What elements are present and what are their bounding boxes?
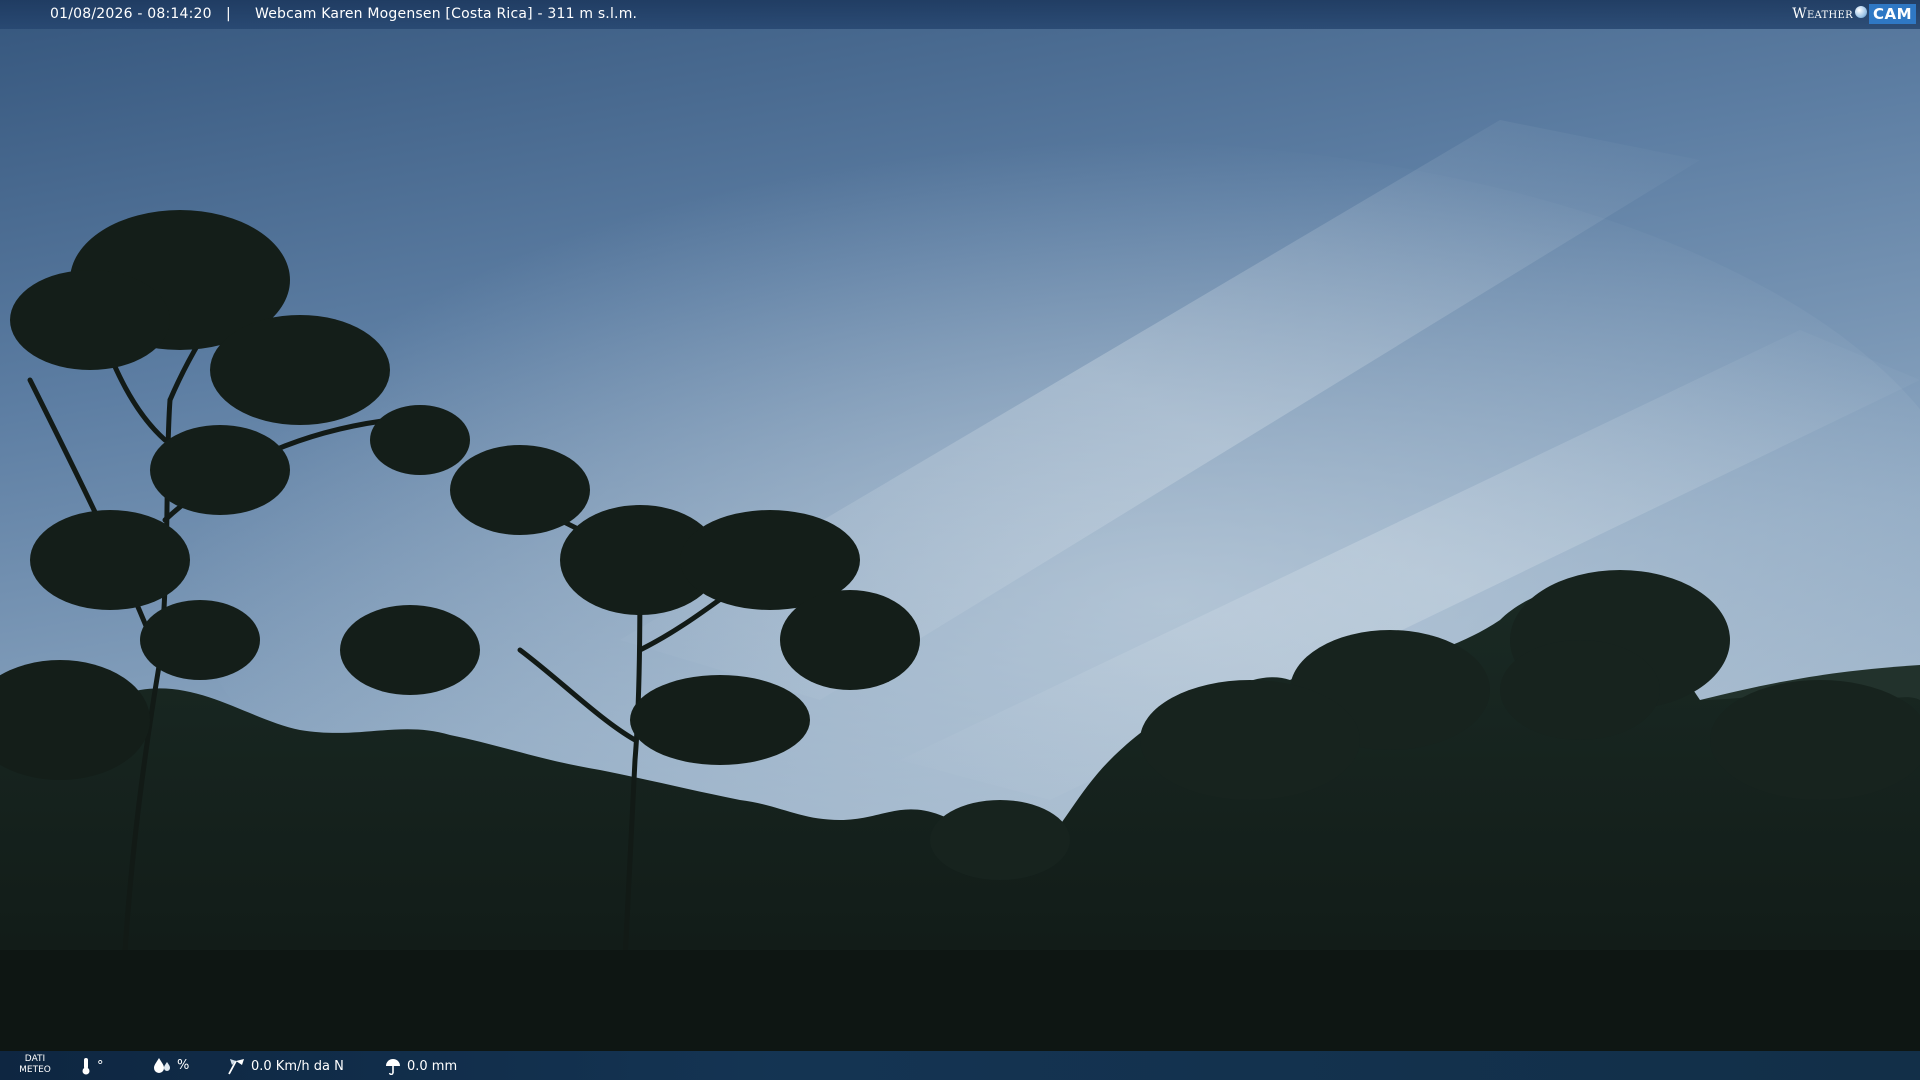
logo-cam-text: CAM <box>1868 4 1916 24</box>
rain-reading: 0.0 mm <box>384 1057 457 1075</box>
rain-value: 0.0 mm <box>407 1058 458 1074</box>
weathercam-logo[interactable]: Weather CAM <box>1792 3 1916 25</box>
wind-icon <box>228 1059 244 1075</box>
wind-value: 0.0 Km/h da N <box>251 1058 344 1074</box>
humidity-unit: % <box>177 1057 190 1073</box>
weather-data-label: DATI METEO <box>18 1054 52 1076</box>
webcam-frame: 01/08/2026 - 08:14:20 | Webcam Karen Mog… <box>0 0 1920 1080</box>
temperature-unit: ° <box>97 1058 104 1074</box>
weather-label-line1: DATI <box>24 1054 46 1064</box>
humidity-icon <box>154 1058 170 1073</box>
globe-icon <box>1854 6 1867 18</box>
rain-icon <box>386 1059 400 1075</box>
humidity-reading: % <box>152 1057 189 1073</box>
timestamp: 01/08/2026 - 08:14:20 <box>50 6 212 22</box>
thermometer-icon <box>82 1058 90 1075</box>
weather-label-line2: METEO <box>19 1065 51 1075</box>
separator: | <box>226 6 231 22</box>
temperature-reading: ° <box>80 1057 104 1075</box>
webcam-title: Webcam Karen Mogensen [Costa Rica] - 311… <box>255 6 638 22</box>
top-info-bar: 01/08/2026 - 08:14:20 | Webcam Karen Mog… <box>0 0 1920 29</box>
logo-weather-text: Weather <box>1792 6 1853 22</box>
wind-reading: 0.0 Km/h da N <box>226 1057 344 1075</box>
webcam-image <box>0 0 1920 1080</box>
weather-data-bar: DATI METEO ° % 0.0 Km/h da N 0.0 mm <box>0 1051 1920 1080</box>
